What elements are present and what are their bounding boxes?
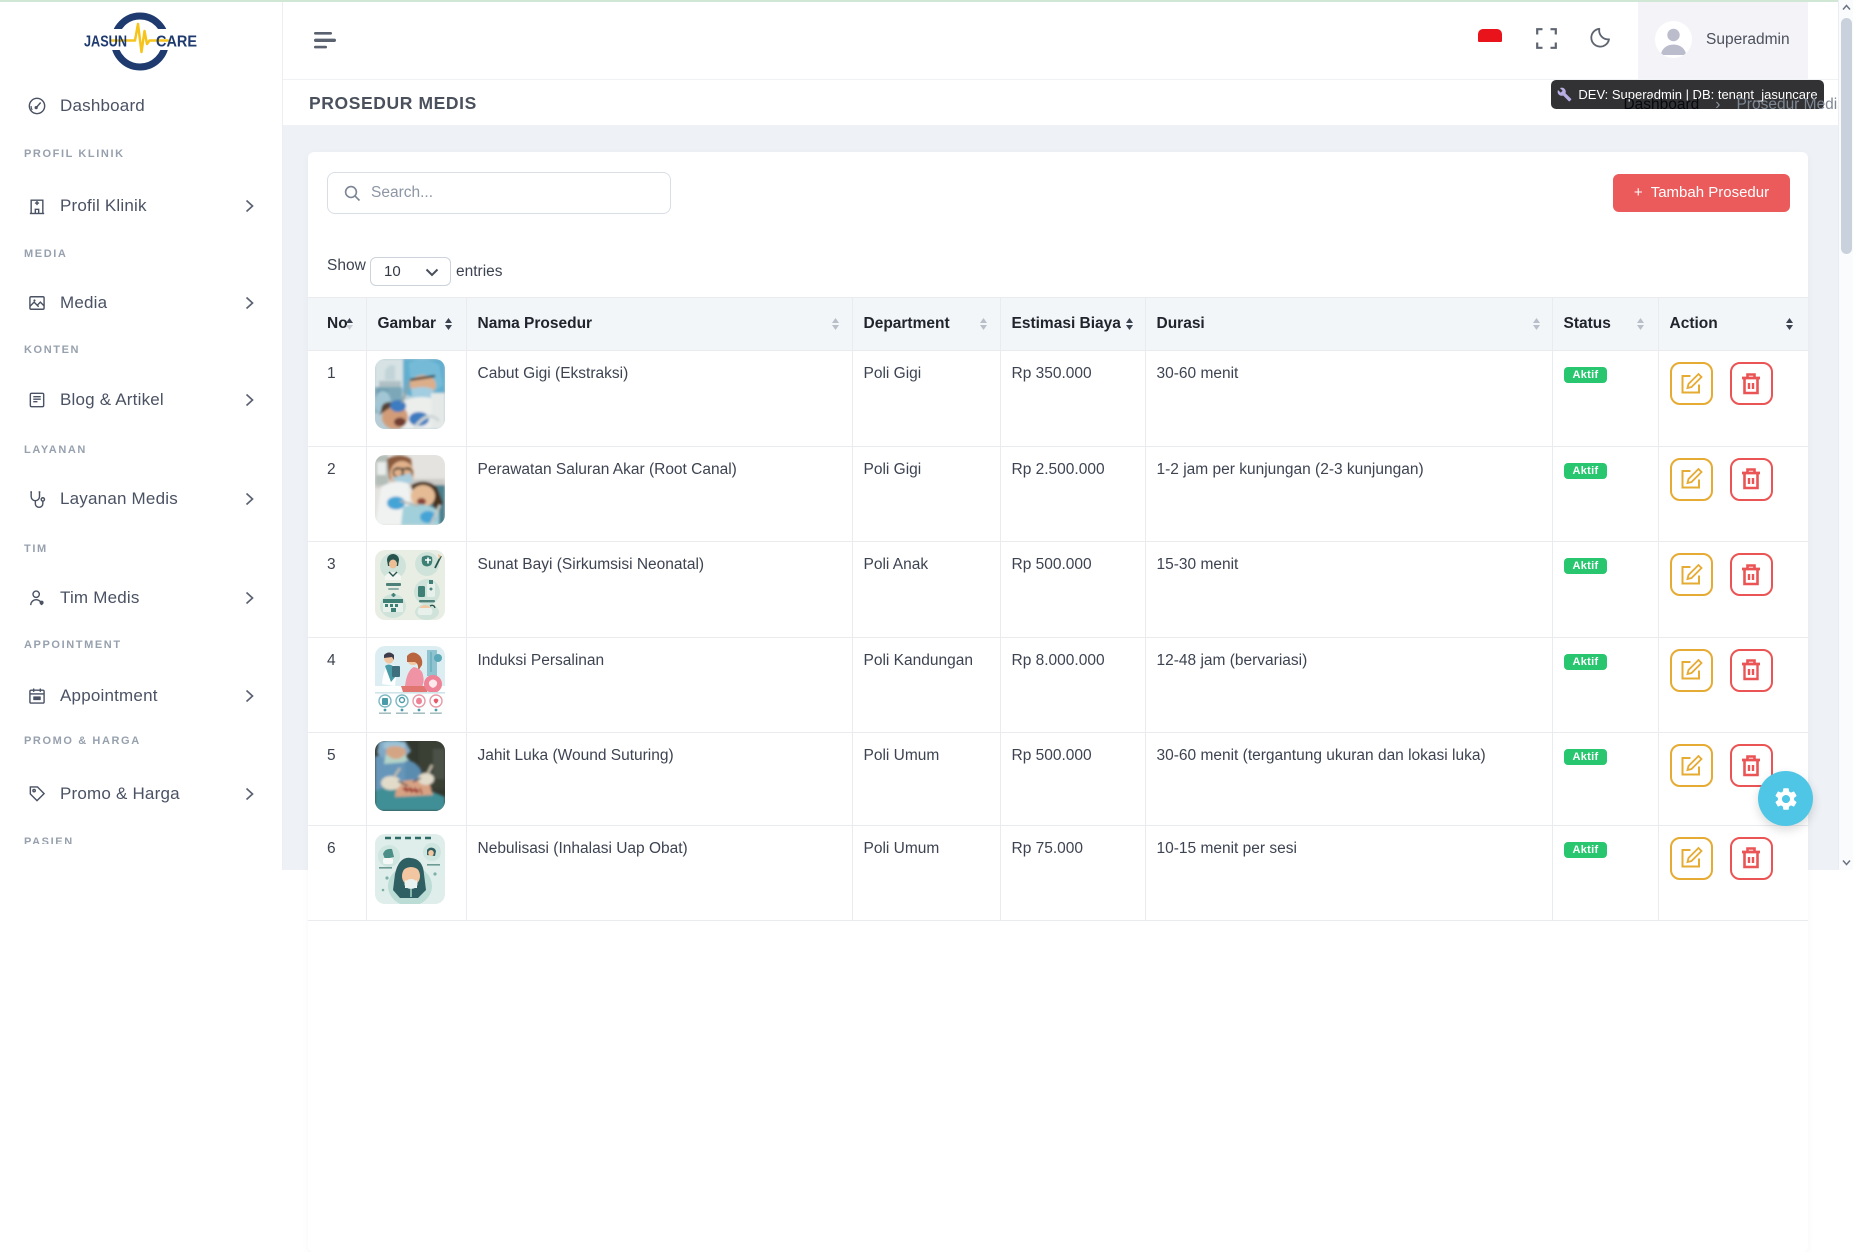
svg-text:JASUN: JASUN	[84, 34, 127, 51]
svg-text:CARE: CARE	[156, 34, 197, 51]
